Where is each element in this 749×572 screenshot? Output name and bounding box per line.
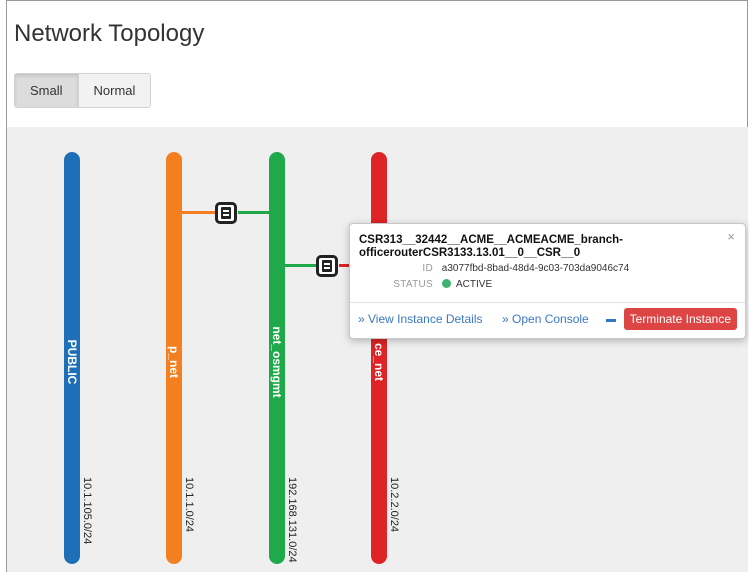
instance-server-icon[interactable]: [316, 255, 338, 277]
instance-name: CSR313__32442__ACME__ACMEACME_branch- of…: [359, 234, 719, 260]
status-value: ACTIVE: [456, 279, 493, 290]
instance-name-line: officerouterCSR3133.13.01__0__CSR__0: [359, 247, 581, 259]
connector-line: [606, 319, 616, 322]
id-value: a3077fbd-8bad-48d4-9c03-703da9046c74: [441, 263, 630, 274]
size-toggle: Small Normal: [14, 73, 152, 108]
network-name: PUBLIC: [65, 339, 79, 385]
network-p-net[interactable]: p_net: [166, 152, 182, 564]
view-instance-details-link[interactable]: » View Instance Details: [358, 312, 483, 326]
router-server-icon[interactable]: [215, 202, 237, 224]
network-net-osmgmt[interactable]: net_osmgmt: [269, 152, 285, 564]
network-cidr: 192.168.131.0/24: [286, 477, 298, 563]
instance-status-row: STATUS ACTIVE: [359, 279, 492, 290]
normal-button[interactable]: Normal: [77, 74, 151, 107]
link-osmgmt-instance: [284, 264, 317, 267]
network-public[interactable]: PUBLIC: [64, 152, 80, 564]
close-icon[interactable]: ×: [727, 229, 735, 244]
page-title: Network Topology: [14, 20, 205, 47]
popup-divider: [350, 302, 745, 303]
status-label: STATUS: [393, 279, 433, 290]
open-console-link[interactable]: » Open Console: [502, 312, 589, 326]
small-button[interactable]: Small: [15, 74, 78, 107]
status-dot-icon: [441, 279, 451, 288]
network-cidr: 10.1.105.0/24: [81, 477, 93, 545]
network-name: net_osmgmt: [270, 326, 284, 398]
network-name: ce_net: [372, 342, 386, 382]
link-pnet-router: [180, 211, 216, 214]
id-label: ID: [422, 263, 433, 274]
instance-id-row: ID a3077fbd-8bad-48d4-9c03-703da9046c74: [359, 263, 629, 274]
instance-name-line: CSR313__32442__ACME__ACMEACME_branch-: [359, 234, 623, 246]
instance-popup: × CSR313__32442__ACME__ACMEACME_branch- …: [349, 223, 746, 339]
topology-canvas: PUBLIC 10.1.105.0/24 p_net 10.1.1.0/24 n…: [7, 127, 748, 572]
network-name: p_net: [167, 345, 181, 379]
network-cidr: 10.1.1.0/24: [183, 477, 195, 533]
terminate-instance-button[interactable]: Terminate Instance: [623, 308, 737, 330]
network-cidr: 10.2.2.0/24: [388, 477, 400, 533]
network-ce-net[interactable]: ce_net: [371, 152, 387, 564]
